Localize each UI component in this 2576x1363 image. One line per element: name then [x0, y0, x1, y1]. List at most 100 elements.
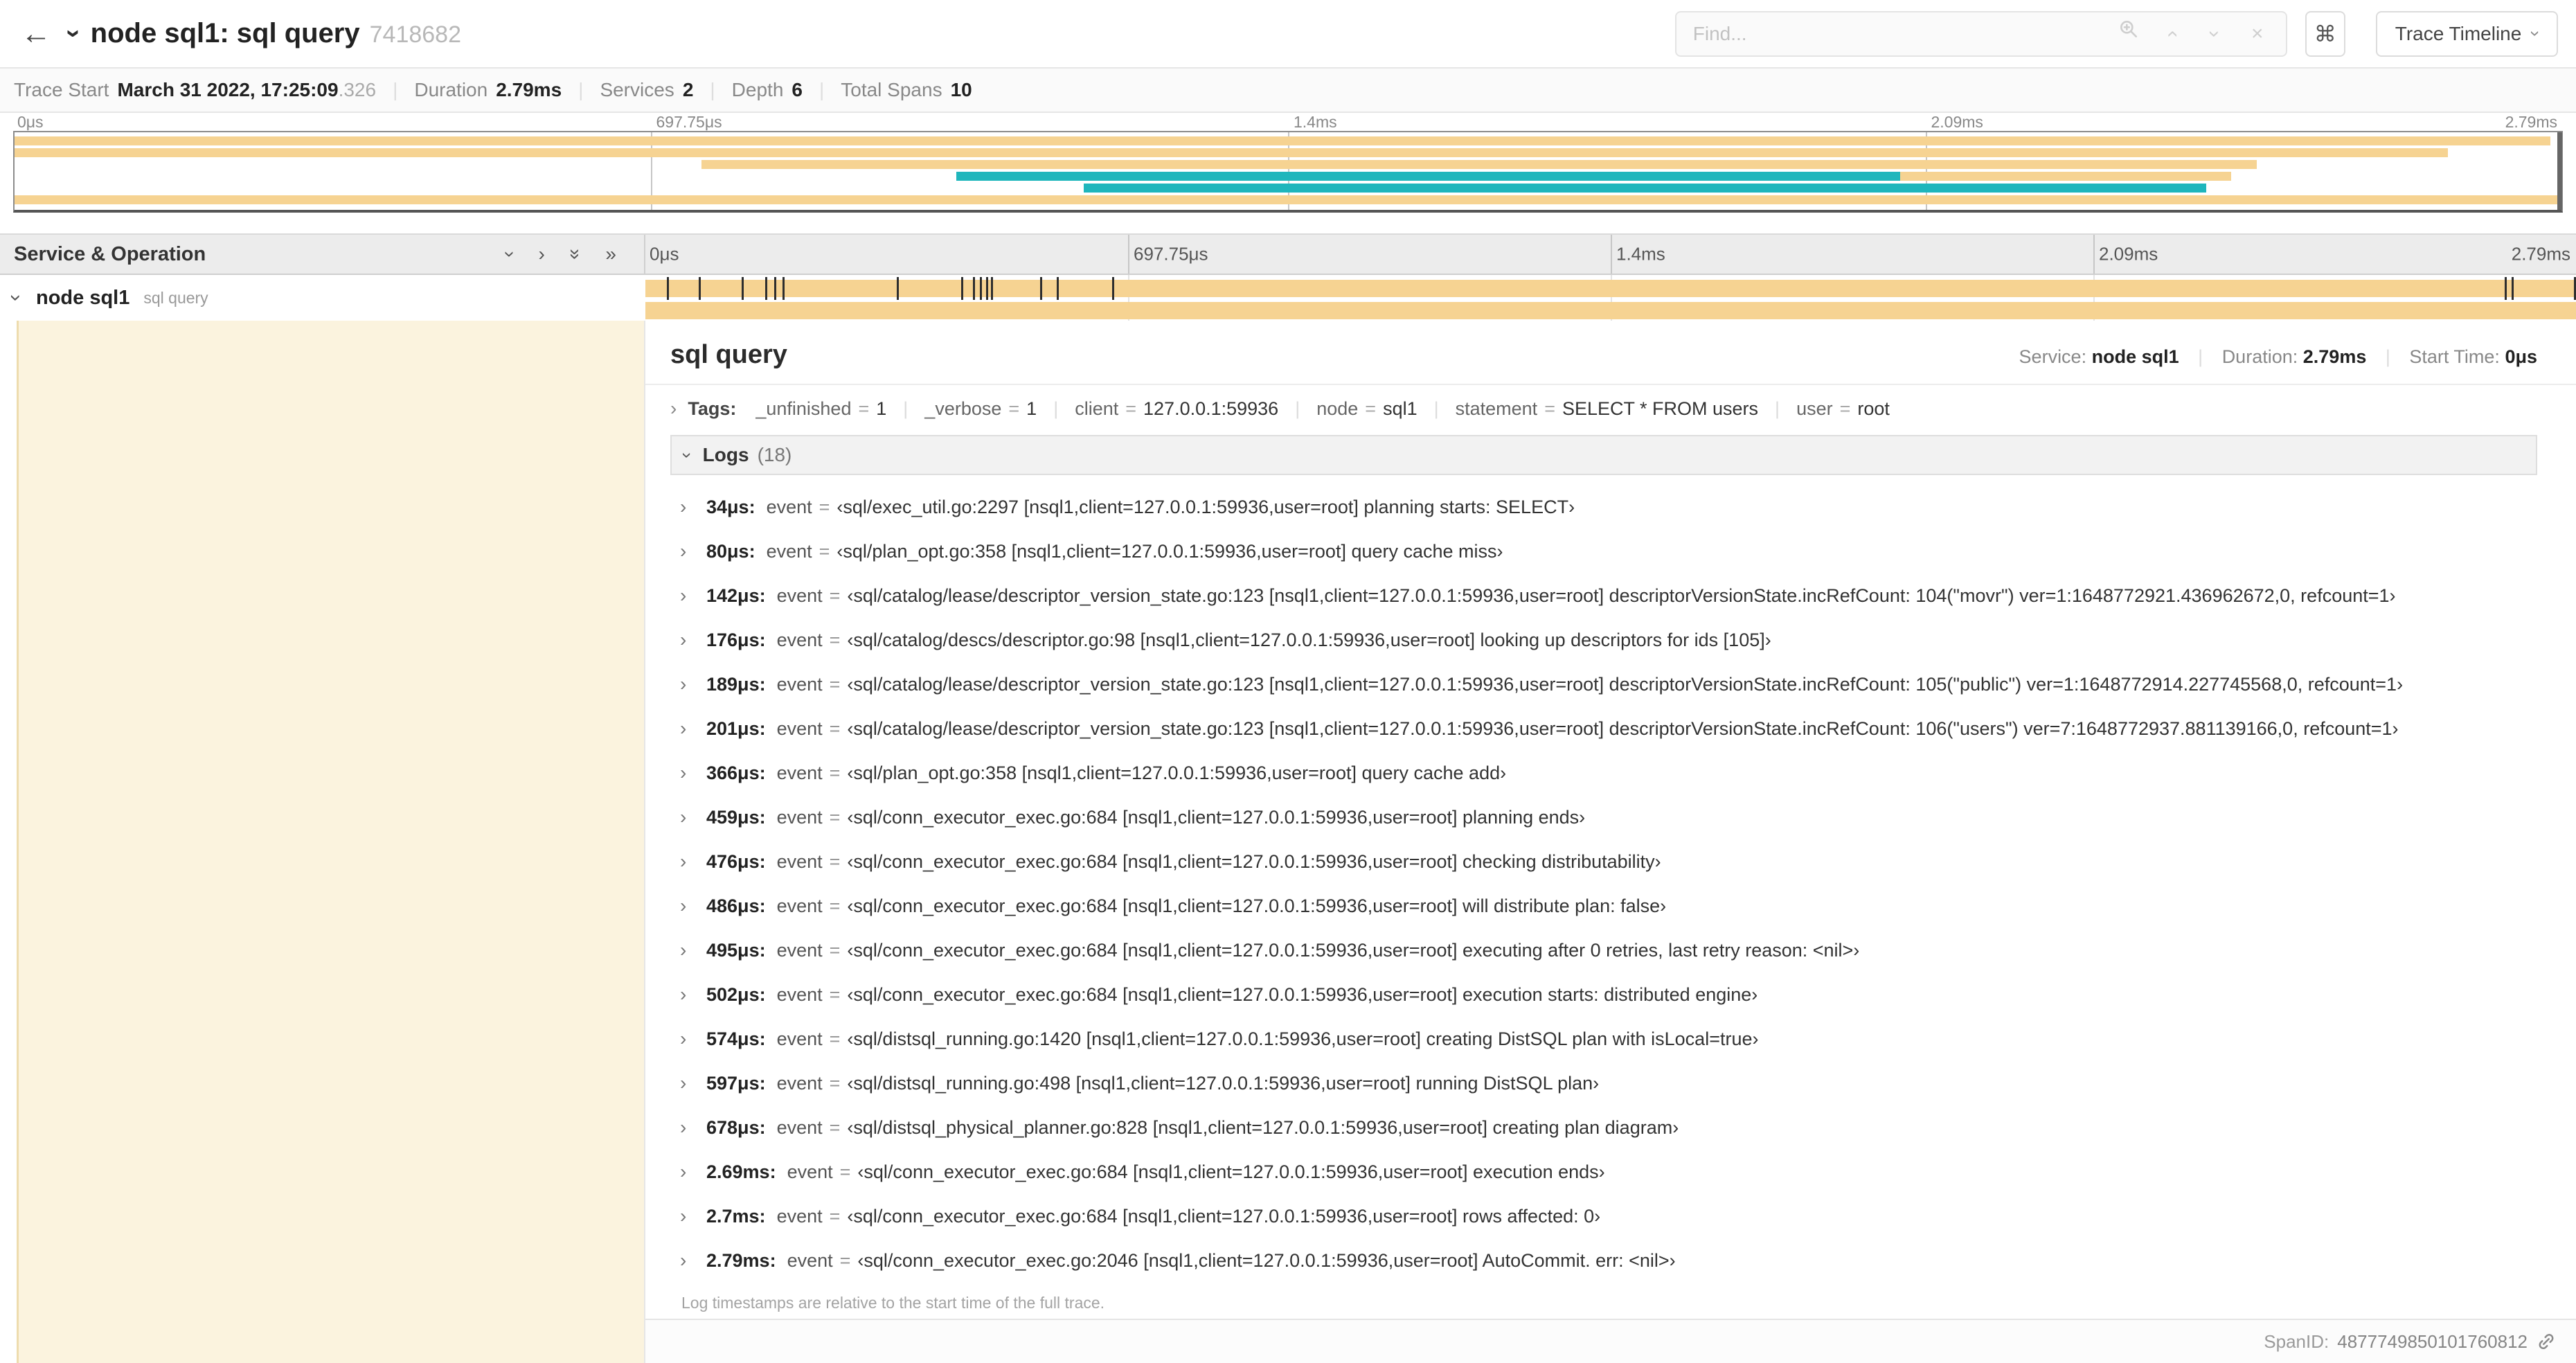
tag-separator: | [1775, 398, 1780, 419]
tags-accordian[interactable]: › Tags: _unfinished = 1 | _verbose = 1 | client =… [645, 385, 2576, 429]
span-row-lane[interactable] [645, 275, 2576, 321]
span-detail-row: sql query Service: node sql1 | Duration:… [0, 321, 2576, 1363]
timeline-tick-label: 1.4ms [1294, 113, 1337, 131]
log-row[interactable]: › 189μs: event = ‹sql/catalog/lease/descript… [680, 662, 2537, 706]
summary-label: Services [600, 79, 674, 100]
log-timestamp: 2.79ms: [706, 1249, 776, 1271]
timeline-header: Service & Operation › › » » 0μs 697.75μs 1… [0, 233, 2576, 275]
log-value: ‹sql/conn_executor_exec.go:684 [nsql1,cl… [847, 806, 1586, 828]
log-marker[interactable] [985, 277, 988, 300]
log-row[interactable]: › 678μs: event = ‹sql/distsql_physical_plann… [680, 1105, 2537, 1150]
span-row: › node sql1 sql query [0, 275, 2576, 321]
log-row[interactable]: › 459μs: event = ‹sql/conn_executor_exec.go:… [680, 795, 2537, 839]
log-equals: = [829, 806, 841, 828]
log-marker[interactable] [1112, 277, 1115, 300]
span-collapse-icon[interactable]: › [5, 286, 28, 310]
log-marker[interactable] [2511, 277, 2514, 300]
log-marker[interactable] [1040, 277, 1043, 300]
logs-label: Logs [702, 444, 749, 465]
timeline-tick-label: 697.75μs [1134, 243, 1208, 265]
log-row[interactable]: › 2.7ms: event = ‹sql/conn_executor_exec.go:… [680, 1194, 2537, 1238]
log-marker[interactable] [667, 277, 669, 300]
timeline-tick-label: 2.79ms [2511, 243, 2570, 265]
chevron-right-icon: › [680, 496, 687, 517]
log-row[interactable]: › 574μs: event = ‹sql/distsql_running.go:142… [680, 1017, 2537, 1061]
minimap-viewport[interactable] [13, 131, 2563, 213]
trace-header-bar: ← › node sql1: sql query 7418682 › › × ⌘… [0, 0, 2576, 67]
log-marker[interactable] [979, 277, 982, 300]
log-row[interactable]: › 2.69ms: event = ‹sql/conn_executor_exec.go… [680, 1150, 2537, 1194]
span-service-name: node sql1 [36, 286, 130, 309]
log-row[interactable]: › 142μs: event = ‹sql/catalog/lease/descript… [680, 573, 2537, 618]
log-marker[interactable] [960, 277, 963, 300]
log-value: ‹sql/distsql_running.go:498 [nsql1,clien… [847, 1072, 1600, 1094]
log-marker[interactable] [773, 277, 776, 300]
log-marker[interactable] [990, 277, 993, 300]
log-value: ‹sql/conn_executor_exec.go:684 [nsql1,cl… [857, 1161, 1605, 1182]
span-detail-bar[interactable] [645, 302, 2576, 319]
collapse-header-button[interactable]: › [60, 19, 89, 48]
collapse-all-icon[interactable]: » [565, 243, 587, 265]
log-row[interactable]: › 2.79ms: event = ‹sql/conn_executor_exec.go… [680, 1238, 2537, 1283]
chevron-down-icon: › [59, 29, 89, 38]
log-row[interactable]: › 176μs: event = ‹sql/catalog/descs/descript… [680, 618, 2537, 662]
log-field-name: event [776, 629, 823, 650]
tag-equals: = [1008, 398, 1020, 419]
summary-value: 6 [791, 79, 803, 100]
prev-result-icon[interactable]: › [2150, 12, 2193, 55]
log-marker[interactable] [699, 277, 701, 300]
summary-separator: | [578, 79, 584, 100]
expand-one-icon[interactable]: › [539, 243, 545, 265]
log-marker[interactable] [764, 277, 767, 300]
clear-search-icon[interactable]: × [2236, 12, 2279, 55]
expand-all-icon[interactable]: » [605, 243, 616, 265]
log-row[interactable]: › 201μs: event = ‹sql/catalog/lease/descript… [680, 706, 2537, 751]
log-marker[interactable] [741, 277, 744, 300]
log-row[interactable]: › 80μs: event = ‹sql/plan_opt.go:358 [nsql1,… [680, 529, 2537, 573]
next-result-icon[interactable]: › [2193, 12, 2236, 55]
log-row[interactable]: › 597μs: event = ‹sql/distsql_running.go:498… [680, 1061, 2537, 1105]
meta-separator: | [2198, 346, 2203, 367]
summary-value-fraction: .326 [338, 79, 377, 100]
keyboard-shortcuts-button[interactable]: ⌘ [2305, 10, 2345, 57]
log-row[interactable]: › 366μs: event = ‹sql/plan_opt.go:358 [nsql1… [680, 751, 2537, 795]
collapse-one-icon[interactable]: › [500, 243, 521, 265]
timeline-gridline [2093, 235, 2095, 274]
summary-separator: | [819, 79, 825, 100]
log-marker[interactable] [896, 277, 899, 300]
back-button[interactable]: ← [21, 17, 62, 51]
span-row-name-column[interactable]: › node sql1 sql query [0, 275, 645, 321]
tag-equals: = [1839, 398, 1851, 419]
log-marker[interactable] [972, 277, 975, 300]
zoom-in-icon[interactable] [2107, 12, 2150, 55]
log-row[interactable]: › 495μs: event = ‹sql/conn_executor_exec.go:… [680, 928, 2537, 972]
log-equals: = [829, 585, 841, 606]
page-title: node sql1: sql query 7418682 [91, 18, 461, 49]
log-equals: = [829, 762, 841, 783]
log-row[interactable]: › 486μs: event = ‹sql/conn_executor_exec.go:… [680, 884, 2537, 928]
log-timestamp: 502μs: [706, 983, 766, 1005]
log-row[interactable]: › 502μs: event = ‹sql/conn_executor_exec.go:… [680, 972, 2537, 1017]
trace-view-dropdown[interactable]: Trace Timeline › [2375, 10, 2558, 57]
log-marker[interactable] [782, 277, 785, 300]
log-marker[interactable] [2505, 277, 2507, 300]
tag-value: 1 [1026, 398, 1037, 419]
chevron-right-icon: › [680, 939, 687, 961]
logs-header[interactable]: › Logs (18) [670, 435, 2537, 475]
minimap-right-drag-handle[interactable] [2557, 132, 2562, 210]
log-field-name: event [776, 718, 823, 739]
trace-view-label: Trace Timeline [2395, 22, 2522, 44]
log-row[interactable]: › 476μs: event = ‹sql/conn_executor_exec.go:… [680, 839, 2537, 884]
minimap-canvas[interactable] [13, 131, 2563, 213]
copy-link-icon[interactable] [2536, 1331, 2557, 1352]
find-input[interactable] [1692, 22, 2107, 45]
span-bar[interactable] [645, 277, 2576, 300]
log-timestamp: 574μs: [706, 1028, 766, 1049]
meta-separator: | [2385, 346, 2390, 367]
log-field-name: event [766, 496, 812, 517]
log-equals: = [829, 895, 841, 916]
chevron-right-icon: › [680, 629, 687, 650]
log-equals: = [829, 1116, 841, 1138]
log-marker[interactable] [1056, 277, 1059, 300]
log-row[interactable]: › 34μs: event = ‹sql/exec_util.go:2297 [nsql… [680, 485, 2537, 529]
